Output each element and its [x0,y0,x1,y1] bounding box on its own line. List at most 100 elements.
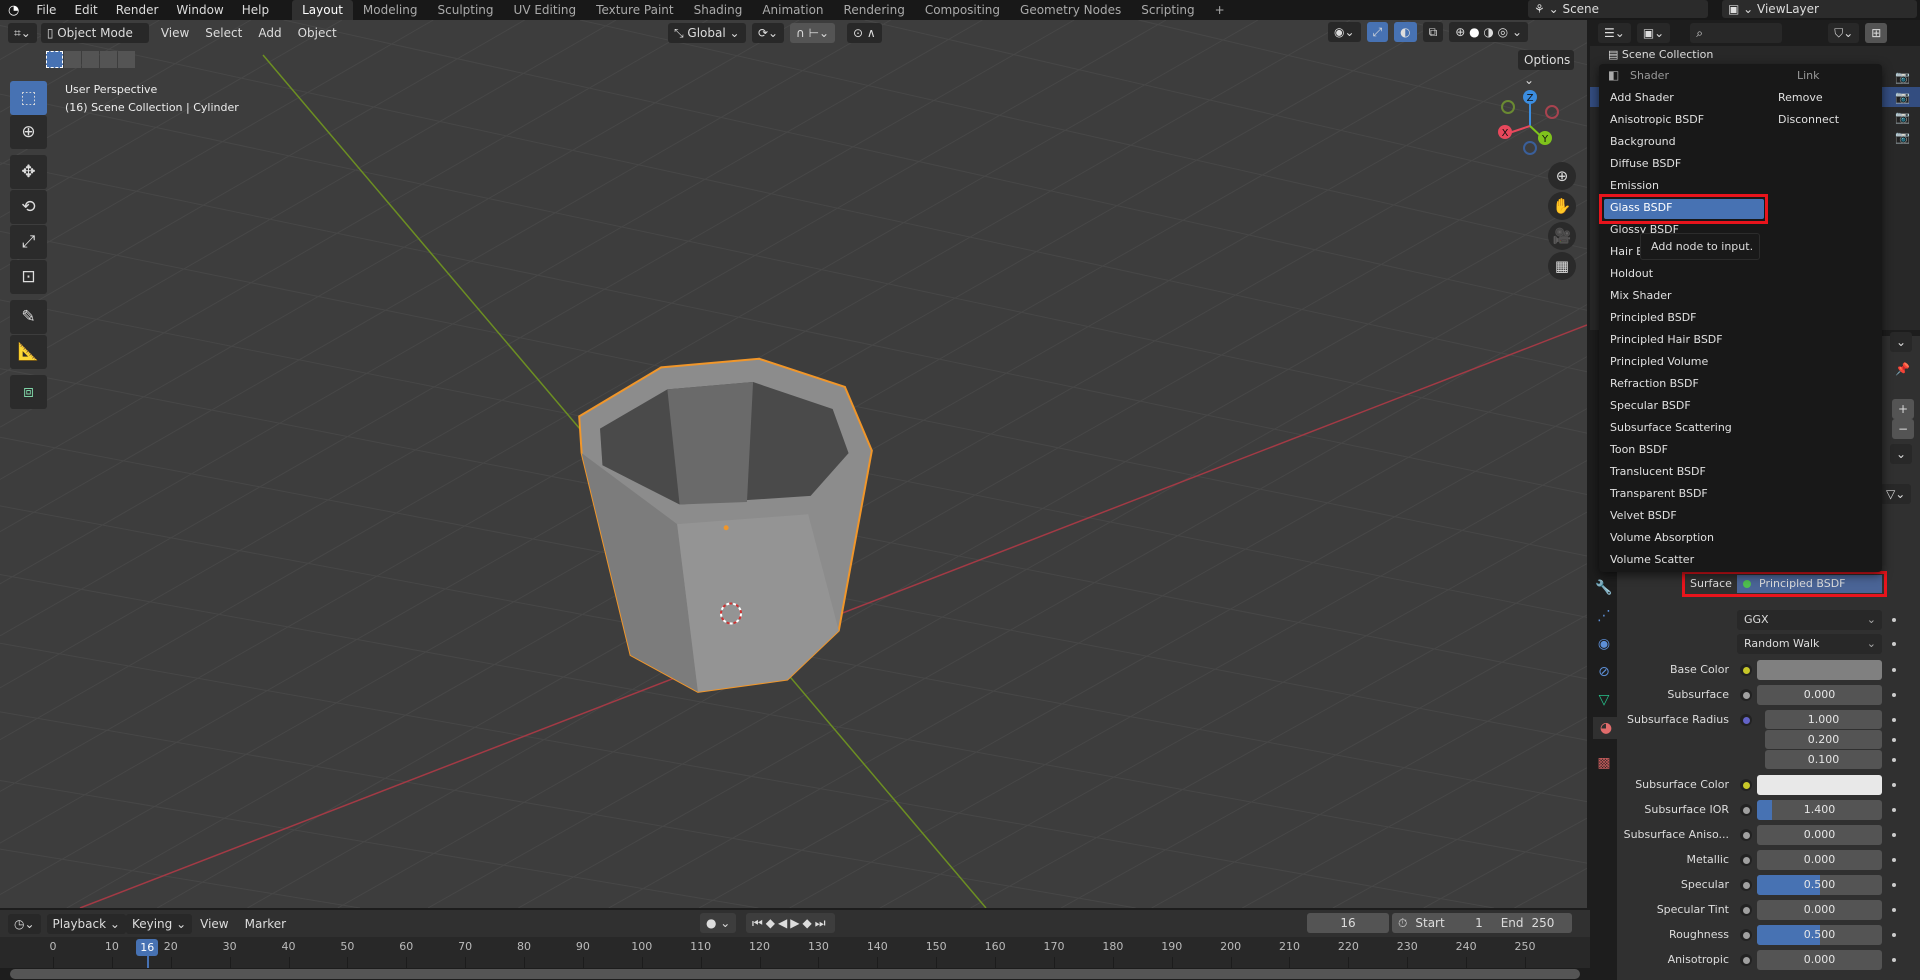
subsurface-method-dropdown[interactable]: Random Walk ⌄ [1737,634,1882,654]
tab-shading[interactable]: Shading [684,0,753,20]
value-field[interactable]: 0.000 [1757,825,1882,845]
menu-item-principled-bsdf[interactable]: Principled BSDF [1610,307,1697,329]
input-socket-icon[interactable] [1740,779,1752,791]
render-toggle-icon[interactable]: 📷 [1895,130,1910,144]
outliner-display-mode-icon[interactable]: ☰⌄ [1598,23,1631,43]
tab-rendering[interactable]: Rendering [834,0,915,20]
keyframe-dot[interactable] [1892,718,1896,722]
menu-item-principled-volume[interactable]: Principled Volume [1610,351,1708,373]
select-intersect-icon[interactable] [118,51,135,68]
transform-orientation-dropdown[interactable]: ⤡ Global ⌄ [668,23,746,43]
panel-dropdown-button[interactable]: ⌄ [1890,332,1913,352]
menu-item-toon-bsdf[interactable]: Toon BSDF [1610,439,1668,461]
menu-item-subsurface-scattering[interactable]: Subsurface Scattering [1610,417,1732,439]
perspective-toggle-button[interactable]: ▦ [1548,252,1576,280]
value-field[interactable]: 0.500 [1757,875,1882,895]
playback-controls[interactable]: ⏮◆◀▶◆⏭ [746,913,835,933]
menu-file[interactable]: File [27,3,65,17]
annotate-tool[interactable]: ✎ [10,300,47,334]
input-socket-icon[interactable] [1740,929,1752,941]
options-dropdown[interactable]: Options ⌄ [1518,50,1574,87]
keyframe-dot[interactable] [1892,668,1896,672]
input-socket-icon[interactable] [1740,664,1752,676]
timeline-view-menu[interactable]: View [192,917,236,931]
select-extend-icon[interactable] [64,51,81,68]
add-slot-button[interactable]: + [1892,399,1915,419]
menu-item-specular-bsdf[interactable]: Specular BSDF [1610,395,1691,417]
keyframe-dot[interactable] [1892,883,1896,887]
menu-item-translucent-bsdf[interactable]: Translucent BSDF [1610,461,1706,483]
color-field[interactable] [1757,775,1882,795]
menu-item-velvet-bsdf[interactable]: Velvet BSDF [1610,505,1677,527]
select-subtract-icon[interactable] [82,51,99,68]
render-toggle-icon[interactable]: 📷 [1895,110,1910,124]
stopwatch-icon[interactable]: ⏱ [1398,913,1407,933]
blender-logo-icon[interactable]: ◔ [0,3,27,18]
keyframe-dot[interactable] [1892,933,1896,937]
visibility-icon[interactable]: ◉⌄ [1328,22,1361,42]
timeline-scrollbar[interactable] [10,969,1580,979]
keyframe-dot[interactable] [1892,738,1896,742]
menu-edit[interactable]: Edit [65,3,106,17]
menu-item-mix-shader[interactable]: Mix Shader [1610,285,1672,307]
menu-item-transparent-bsdf[interactable]: Transparent BSDF [1610,483,1708,505]
neg-x-handle[interactable] [1545,105,1559,119]
3d-viewport[interactable] [0,20,1587,908]
render-toggle-icon[interactable]: 📷 [1895,70,1910,84]
proportional-edit-toggle[interactable]: ⊙ ∧ [847,23,882,43]
rotate-tool[interactable]: ⟲ [10,190,47,224]
menu-render[interactable]: Render [107,3,168,17]
tab-texture-paint[interactable]: Texture Paint [586,0,683,20]
zoom-button[interactable]: ⊕ [1548,162,1576,190]
add-workspace-button[interactable]: + [1205,0,1235,20]
tab-modeling[interactable]: Modeling [353,0,428,20]
surface-shader-selector[interactable]: Principled BSDF [1737,575,1882,593]
select-invert-icon[interactable] [100,51,117,68]
auto-keying-toggle[interactable]: ● ⌄ [700,913,737,933]
input-socket-icon[interactable] [1740,854,1752,866]
menu-help[interactable]: Help [233,3,278,17]
editor-type-icon[interactable]: ⌗⌄ [8,23,37,43]
pan-button[interactable]: ✋ [1548,192,1576,220]
menu-item-principled-hair-bsdf[interactable]: Principled Hair BSDF [1610,329,1723,351]
tab-animation[interactable]: Animation [752,0,833,20]
xray-toggle-icon[interactable]: ⧉ [1422,22,1444,42]
pivot-dropdown[interactable]: ⟳⌄ [752,23,785,43]
navigation-gizmo[interactable]: Z X Y [1490,86,1570,166]
keyframe-dot[interactable] [1892,958,1896,962]
menu-item-diffuse-bsdf[interactable]: Diffuse BSDF [1610,153,1681,175]
current-frame-field[interactable]: 16 [1307,913,1389,933]
transform-tool[interactable]: ⊡ [10,260,47,294]
value-field[interactable]: 0.500 [1757,925,1882,945]
input-socket-icon[interactable] [1740,689,1752,701]
color-field[interactable] [1757,660,1882,680]
end-frame-field[interactable]: 250 [1532,913,1555,933]
cursor-tool[interactable]: ⊕ [10,115,47,149]
scene-selector[interactable]: ⚘ ⌄ Scene [1528,0,1708,18]
tab-compositing[interactable]: Compositing [915,0,1010,20]
add-cube-tool[interactable]: ⧈ [10,375,47,409]
menu-item-volume-absorption[interactable]: Volume Absorption [1610,527,1714,549]
start-frame-field[interactable]: 1 [1453,913,1483,933]
menu-item-remove[interactable]: Remove [1778,87,1823,109]
tab-sculpting[interactable]: Sculpting [428,0,504,20]
move-tool[interactable]: ✥ [10,155,47,189]
menu-item-holdout[interactable]: Holdout [1610,263,1653,285]
shading-modes[interactable]: ⊕ ● ◑ ◎ ⌄ [1449,22,1529,42]
neg-y-handle[interactable] [1501,100,1515,114]
tab-scripting[interactable]: Scripting [1131,0,1204,20]
viewport-menu-view[interactable]: View [149,26,197,40]
select-new-icon[interactable] [46,51,63,68]
remove-slot-button[interactable]: − [1892,419,1915,439]
tab-uv-editing[interactable]: UV Editing [504,0,587,20]
menu-window[interactable]: Window [167,3,232,17]
gizmo-toggle-icon[interactable]: ⤢ [1366,22,1389,42]
slot-specials-button[interactable]: ⌄ [1890,444,1913,464]
timeline-marker-menu[interactable]: Marker [237,917,294,931]
viewport-menu-add[interactable]: Add [250,26,289,40]
keyframe-dot[interactable] [1892,618,1896,622]
outliner-filter-mode-icon[interactable]: ▣⌄ [1636,23,1671,43]
keyframe-dot[interactable] [1892,758,1896,762]
input-socket-icon[interactable] [1740,714,1752,726]
subsurface-radius-field[interactable]: 0.100 [1765,750,1882,769]
